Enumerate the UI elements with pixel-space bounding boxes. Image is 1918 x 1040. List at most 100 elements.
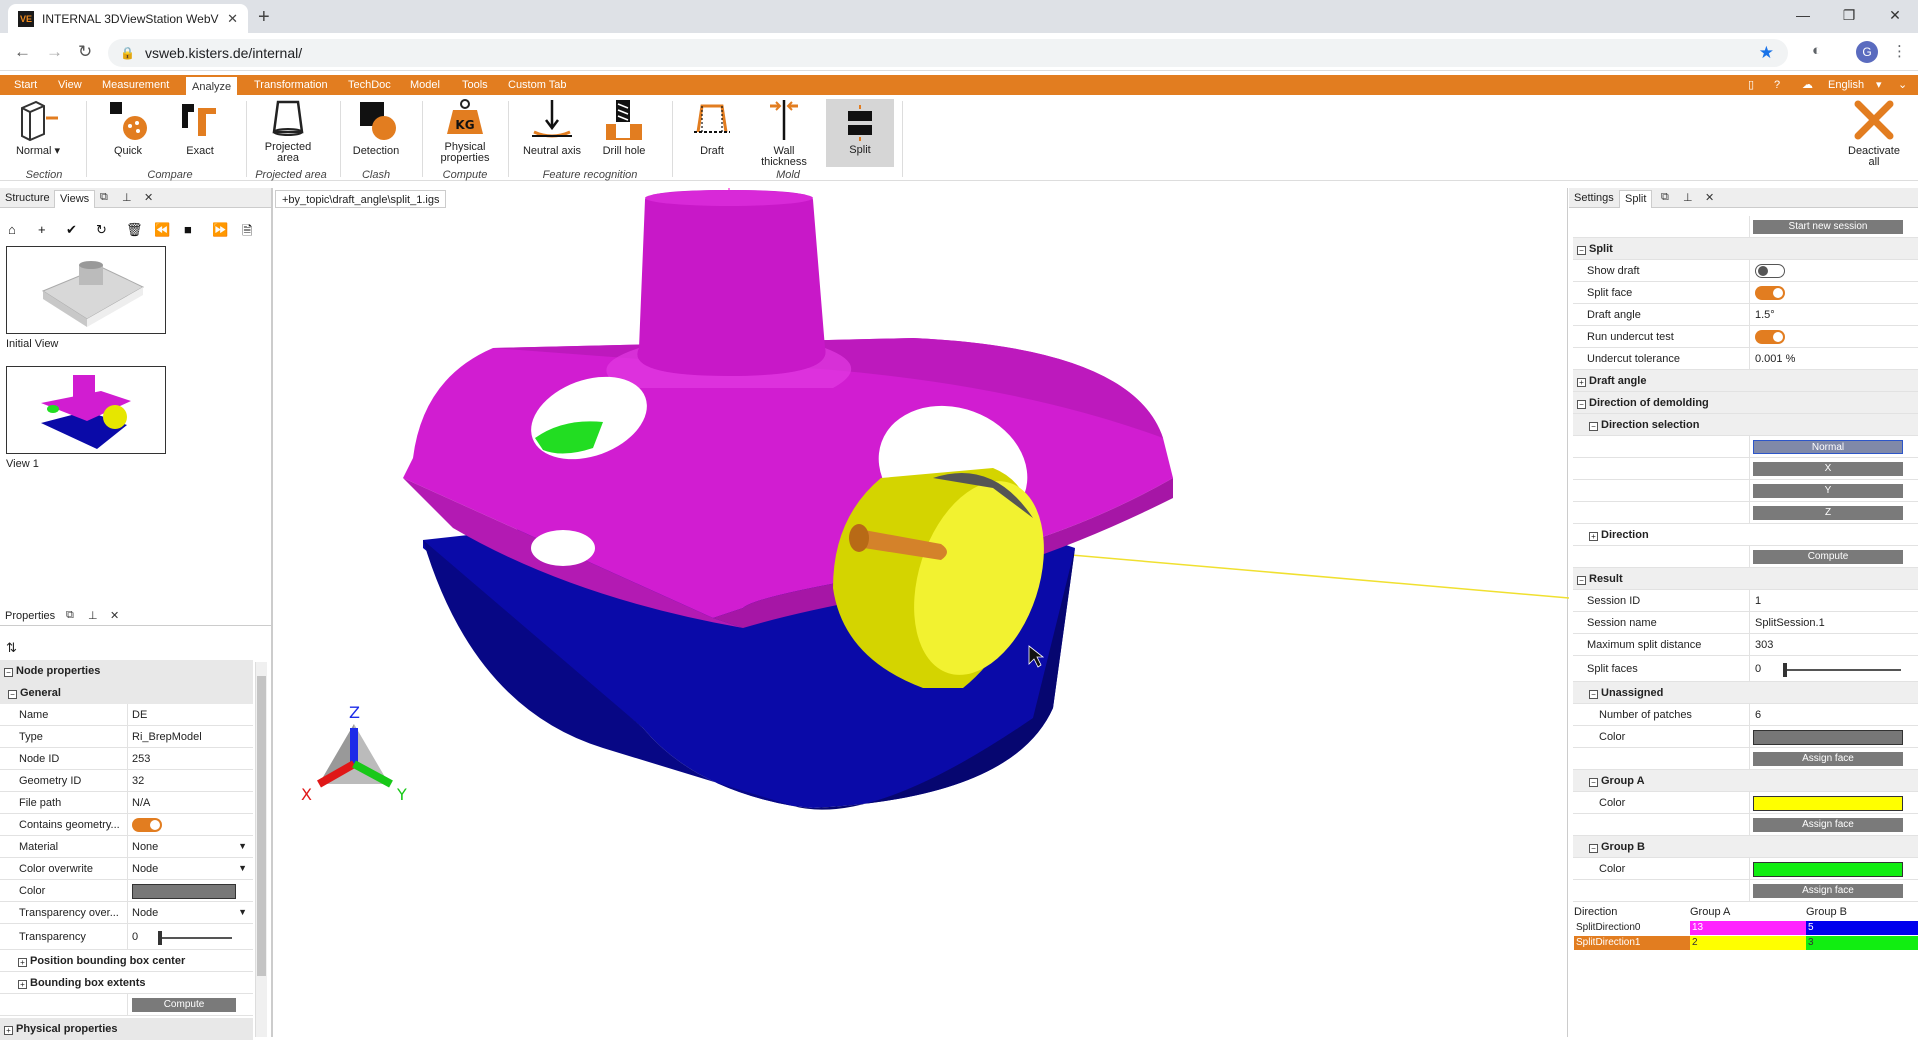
file-tab[interactable]: +by_topic\draft_angle\split_1.igs	[275, 190, 447, 208]
cloud-icon[interactable]: ☁	[1802, 75, 1813, 95]
menu-model[interactable]: Model	[404, 75, 446, 95]
compare-exact-button[interactable]: Exact	[172, 98, 228, 157]
menu-view[interactable]: View	[52, 75, 88, 95]
direction-demolding-header[interactable]: − Direction of demolding	[1573, 392, 1918, 414]
rewind-icon[interactable]: ⏪	[154, 222, 170, 238]
help-icon[interactable]: ?	[1774, 75, 1780, 95]
group-a-header[interactable]: − Group A	[1573, 770, 1918, 792]
browser-tab[interactable]: VE INTERNAL 3DViewStation WebVi ✕	[8, 4, 248, 33]
compare-quick-button[interactable]: Quick	[100, 98, 156, 157]
float-panel-icon[interactable]: ⧉	[1661, 191, 1669, 204]
dropdown-arrow-icon[interactable]: ▼	[238, 841, 247, 851]
run-undercut-toggle[interactable]	[1755, 330, 1785, 344]
profile-avatar[interactable]: G	[1856, 41, 1878, 63]
drill-hole-button[interactable]: Drill hole	[596, 98, 652, 157]
transparency-slider[interactable]	[158, 931, 232, 945]
contains-geometry-toggle[interactable]	[132, 818, 162, 832]
bbox-extents-row[interactable]: + Bounding box extents	[0, 972, 253, 994]
dropdown-arrow-icon[interactable]: ▼	[238, 907, 247, 917]
language-select[interactable]: English	[1828, 75, 1864, 95]
physical-properties-button[interactable]: KG Physical properties	[432, 98, 498, 164]
group-b-color-swatch[interactable]	[1753, 862, 1903, 877]
3d-viewport[interactable]: Z X Y	[272, 188, 1570, 1037]
back-icon[interactable]: ←	[14, 42, 31, 62]
draft-angle-input[interactable]: 1.5°	[1755, 309, 1775, 321]
prop-row-transparency-overwrite[interactable]: Transparency over... Node ▼	[0, 902, 253, 924]
split-section-header[interactable]: − Split	[1573, 238, 1918, 260]
unassigned-header[interactable]: − Unassigned	[1573, 682, 1918, 704]
menu-tools[interactable]: Tools	[456, 75, 494, 95]
menu-techdoc[interactable]: TechDoc	[342, 75, 397, 95]
prop-row-color-overwrite[interactable]: Color overwrite Node ▼	[0, 858, 253, 880]
menu-measurement[interactable]: Measurement	[96, 75, 175, 95]
sort-icon[interactable]: ⇅	[6, 640, 17, 656]
tab-views[interactable]: Views	[54, 190, 96, 208]
direction-selection-header[interactable]: − Direction selection	[1573, 414, 1918, 436]
language-chevron-icon[interactable]: ▾	[1876, 75, 1882, 95]
scrollbar-thumb[interactable]	[257, 676, 266, 976]
general-header[interactable]: − General	[0, 682, 253, 704]
table-row-1-direction[interactable]: SplitDirection1	[1574, 936, 1690, 950]
properties-scrollbar[interactable]	[255, 662, 267, 1037]
fast-forward-icon[interactable]: ⏩	[212, 222, 228, 238]
wall-thickness-button[interactable]: Wall thickness	[756, 98, 812, 168]
group-b-header[interactable]: − Group B	[1573, 836, 1918, 858]
split-faces-slider[interactable]	[1783, 663, 1901, 677]
refresh-icon[interactable]: ↻	[96, 222, 107, 238]
unassigned-color-swatch[interactable]	[1753, 730, 1903, 745]
add-view-icon[interactable]: +	[38, 222, 46, 237]
table-row-0-direction[interactable]: SplitDirection0	[1574, 921, 1690, 935]
node-properties-header[interactable]: − Node properties	[0, 660, 253, 682]
close-window-icon[interactable]: ✕	[1872, 0, 1918, 30]
forward-icon[interactable]: →	[46, 42, 63, 62]
menu-kebab-icon[interactable]: ⋮	[1892, 42, 1907, 60]
clash-detection-button[interactable]: Detection	[346, 98, 406, 157]
compute-split-button[interactable]: Compute	[1753, 550, 1903, 564]
restore-icon[interactable]: ❐	[1826, 0, 1872, 30]
trash-icon[interactable]: 🗑	[126, 222, 143, 238]
start-new-session-button[interactable]: Start new session	[1753, 220, 1903, 234]
transparency-overwrite-select[interactable]: Node	[132, 907, 158, 919]
minimize-icon[interactable]: —	[1780, 0, 1826, 30]
group-a-color-swatch[interactable]	[1753, 796, 1903, 811]
menu-start[interactable]: Start	[8, 75, 43, 95]
session-name-value[interactable]: SplitSession.1	[1755, 617, 1825, 629]
material-select[interactable]: None	[132, 841, 158, 853]
orientation-triad[interactable]: Z X Y	[301, 703, 407, 804]
close-panel-icon[interactable]: ✕	[144, 191, 153, 204]
extension-icon[interactable]: ◐	[1812, 42, 1821, 59]
position-bbox-center-row[interactable]: + Position bounding box center	[0, 950, 253, 972]
tab-structure[interactable]: Structure	[0, 190, 55, 208]
close-panel-icon[interactable]: ✕	[110, 609, 119, 622]
color-overwrite-select[interactable]: Node	[132, 863, 158, 875]
view-thumbnail-view1[interactable]	[6, 366, 166, 454]
address-bar[interactable]: 🔒 vsweb.kisters.de/internal/ ★	[108, 39, 1788, 67]
compute-button[interactable]: Compute	[132, 998, 236, 1012]
draft-angle-section-header[interactable]: + Draft angle	[1573, 370, 1918, 392]
direction-header[interactable]: + Direction	[1573, 524, 1918, 546]
pin-icon[interactable]: ⊥	[1683, 191, 1693, 204]
collapse-ribbon-icon[interactable]: ⌄	[1898, 75, 1907, 95]
pin-icon[interactable]: ⊥	[88, 609, 98, 622]
export-pdf-icon[interactable]: 🗎	[242, 222, 252, 244]
tab-settings[interactable]: Settings	[1569, 190, 1619, 208]
menu-transformation[interactable]: Transformation	[248, 75, 334, 95]
direction-z-button[interactable]: Z	[1753, 506, 1903, 520]
split-button[interactable]: Split	[826, 99, 894, 167]
split-face-toggle[interactable]	[1755, 286, 1785, 300]
menu-analyze[interactable]: Analyze	[186, 75, 238, 95]
mobile-icon[interactable]: ▯	[1748, 75, 1754, 95]
assign-face-unassigned-button[interactable]: Assign face	[1753, 752, 1903, 766]
assign-face-group-a-button[interactable]: Assign face	[1753, 818, 1903, 832]
float-panel-icon[interactable]: ⧉	[100, 191, 108, 204]
section-normal-button[interactable]: Normal ▾	[8, 98, 68, 157]
menu-custom-tab[interactable]: Custom Tab	[502, 75, 573, 95]
deactivate-all-button[interactable]: Deactivate all	[1836, 98, 1912, 168]
direction-x-button[interactable]: X	[1753, 462, 1903, 476]
draft-button[interactable]: Draft	[684, 98, 740, 157]
result-header[interactable]: − Result	[1573, 568, 1918, 590]
pin-icon[interactable]: ⊥	[122, 191, 132, 204]
close-tab-icon[interactable]: ✕	[227, 11, 238, 27]
prop-row-material[interactable]: Material None ▼	[0, 836, 253, 858]
home-icon[interactable]: ⌂	[8, 222, 16, 237]
